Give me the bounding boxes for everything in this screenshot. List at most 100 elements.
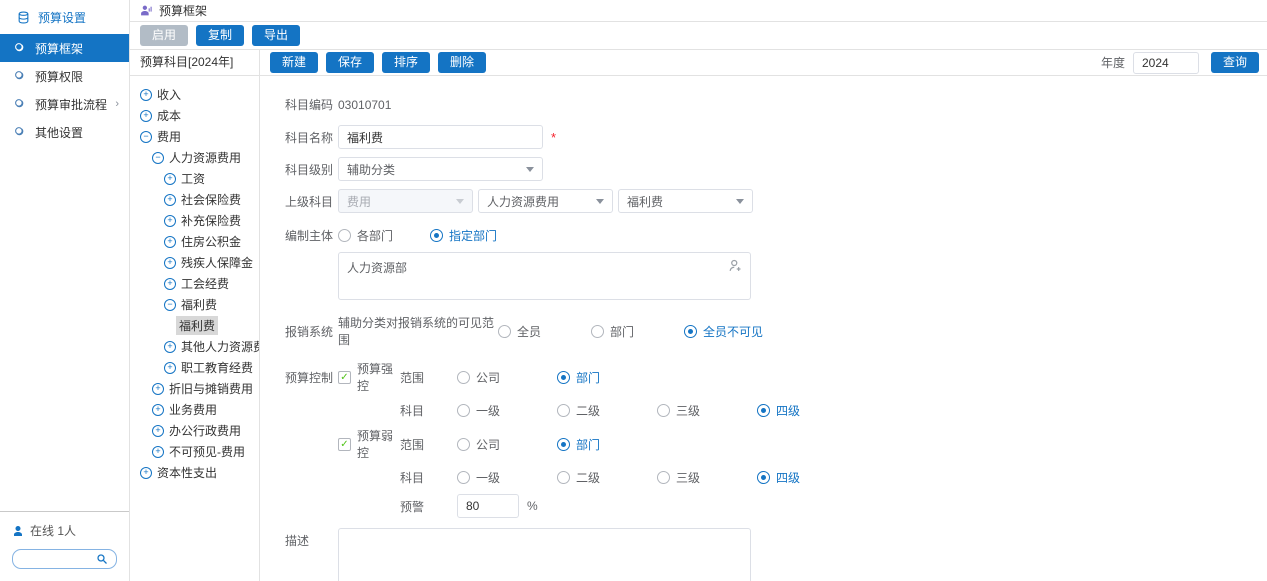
reimburse-option[interactable]: 全员不可见 <box>684 323 777 340</box>
query-button[interactable]: 查询 <box>1211 52 1259 72</box>
tree-node[interactable]: 其他人力资源费用 <box>130 336 259 357</box>
radio-icon[interactable] <box>457 438 470 451</box>
radio-icon[interactable] <box>430 229 443 242</box>
action-button[interactable]: 启用 <box>140 25 188 45</box>
warning-threshold-input[interactable] <box>457 494 519 518</box>
tree-node[interactable]: 不可预见-费用 <box>130 441 259 462</box>
tree-node[interactable]: 收入 <box>130 84 259 105</box>
toolbar-button[interactable]: 删除 <box>438 52 486 72</box>
radio-icon[interactable] <box>757 404 770 417</box>
weak-scope-option[interactable]: 部门 <box>557 436 657 453</box>
sidebar-menu-item[interactable]: 预算权限 <box>0 62 129 90</box>
expand-toggle-icon[interactable] <box>152 446 164 458</box>
radio-icon[interactable] <box>657 404 670 417</box>
reimburse-option[interactable]: 全员 <box>498 323 591 340</box>
weak-subject-option[interactable]: 二级 <box>557 469 657 486</box>
expand-toggle-icon[interactable] <box>164 299 176 311</box>
expand-toggle-icon[interactable] <box>164 278 176 290</box>
strong-control-checkbox-item[interactable]: 预算强控 <box>338 360 400 394</box>
radio-icon[interactable] <box>657 471 670 484</box>
expand-toggle-icon[interactable] <box>140 89 152 101</box>
toolbar-button[interactable]: 排序 <box>382 52 430 72</box>
radio-icon[interactable] <box>457 404 470 417</box>
add-member-icon[interactable] <box>728 258 743 273</box>
action-button[interactable]: 复制 <box>196 25 244 45</box>
expand-toggle-icon[interactable] <box>164 215 176 227</box>
tree-node[interactable]: 残疾人保障金 <box>130 252 259 273</box>
strong-subject-option[interactable]: 四级 <box>757 402 857 419</box>
strong-scope-option[interactable]: 部门 <box>557 369 657 386</box>
search-icon[interactable] <box>96 553 108 565</box>
expand-toggle-icon[interactable] <box>152 404 164 416</box>
compile-subject-option[interactable]: 各部门 <box>338 227 430 244</box>
expand-toggle-icon[interactable] <box>164 362 176 374</box>
tree-node[interactable]: 成本 <box>130 105 259 126</box>
tree-node[interactable]: 折旧与摊销费用 <box>130 378 259 399</box>
expand-toggle-icon[interactable] <box>152 383 164 395</box>
expand-toggle-icon[interactable] <box>140 110 152 122</box>
strong-subject-option[interactable]: 二级 <box>557 402 657 419</box>
radio-icon[interactable] <box>591 325 604 338</box>
tree-node[interactable]: 业务费用 <box>130 399 259 420</box>
weak-subject-option[interactable]: 四级 <box>757 469 857 486</box>
toolbar-button[interactable]: 新建 <box>270 52 318 72</box>
weak-scope-option[interactable]: 公司 <box>457 436 557 453</box>
strong-subject-option[interactable]: 一级 <box>457 402 557 419</box>
tree-node[interactable]: 办公行政费用 <box>130 420 259 441</box>
radio-icon[interactable] <box>557 471 570 484</box>
radio-icon[interactable] <box>457 371 470 384</box>
strong-subject-option[interactable]: 三级 <box>657 402 757 419</box>
tree-node[interactable]: 工会经费 <box>130 273 259 294</box>
weak-control-checkbox-item[interactable]: 预算弱控 <box>338 427 400 461</box>
radio-icon[interactable] <box>338 229 351 242</box>
expand-toggle-icon[interactable] <box>152 152 164 164</box>
tree-node[interactable]: 福利费 <box>130 294 259 315</box>
parent-subject-select[interactable]: 人力资源费用 <box>478 189 613 213</box>
sidebar-menu-item[interactable]: 其他设置 <box>0 118 129 146</box>
tree-node[interactable]: 工资 <box>130 168 259 189</box>
parent-subject-select[interactable]: 福利费 <box>618 189 753 213</box>
sidebar-title-budget-settings[interactable]: 预算设置 <box>0 6 129 34</box>
tree-node[interactable]: 补充保险费 <box>130 210 259 231</box>
expand-toggle-icon[interactable] <box>152 425 164 437</box>
subject-name-input[interactable] <box>338 125 543 149</box>
year-input[interactable] <box>1133 52 1199 74</box>
radio-icon[interactable] <box>557 438 570 451</box>
strong-scope-option[interactable]: 公司 <box>457 369 557 386</box>
radio-icon[interactable] <box>457 471 470 484</box>
tree-node[interactable]: 费用 <box>130 126 259 147</box>
expand-toggle-icon[interactable] <box>164 257 176 269</box>
action-button[interactable]: 导出 <box>252 25 300 45</box>
search-input[interactable] <box>21 553 96 565</box>
department-members-box[interactable]: 人力资源部 <box>338 252 751 300</box>
radio-icon[interactable] <box>557 404 570 417</box>
radio-icon[interactable] <box>498 325 511 338</box>
expand-toggle-icon[interactable] <box>164 341 176 353</box>
expand-toggle-icon[interactable] <box>164 194 176 206</box>
toolbar-button[interactable]: 保存 <box>326 52 374 72</box>
sidebar-menu-item[interactable]: 预算审批流程 › <box>0 90 129 118</box>
weak-subject-option[interactable]: 一级 <box>457 469 557 486</box>
weak-subject-option[interactable]: 三级 <box>657 469 757 486</box>
tree-node[interactable]: 住房公积金 <box>130 231 259 252</box>
tree-node[interactable]: 社会保险费 <box>130 189 259 210</box>
tree-node[interactable]: 福利费 <box>130 315 259 336</box>
expand-toggle-icon[interactable] <box>140 131 152 143</box>
radio-icon[interactable] <box>557 371 570 384</box>
expand-toggle-icon[interactable] <box>140 467 152 479</box>
tree-node[interactable]: 人力资源费用 <box>130 147 259 168</box>
radio-icon[interactable] <box>684 325 697 338</box>
checkbox-checked-icon[interactable] <box>338 438 351 451</box>
tree-node[interactable]: 资本性支出 <box>130 462 259 483</box>
subject-level-select[interactable]: 辅助分类 <box>338 157 543 181</box>
expand-toggle-icon[interactable] <box>164 236 176 248</box>
reimburse-option[interactable]: 部门 <box>591 323 684 340</box>
sidebar-menu-item[interactable]: 预算框架 <box>0 34 129 62</box>
expand-toggle-icon[interactable] <box>164 173 176 185</box>
compile-subject-option[interactable]: 指定部门 <box>430 227 522 244</box>
tree-node[interactable]: 职工教育经费 <box>130 357 259 378</box>
checkbox-checked-icon[interactable] <box>338 371 351 384</box>
parent-subject-select[interactable]: 费用 <box>338 189 473 213</box>
radio-icon[interactable] <box>757 471 770 484</box>
description-textarea[interactable] <box>338 528 751 581</box>
